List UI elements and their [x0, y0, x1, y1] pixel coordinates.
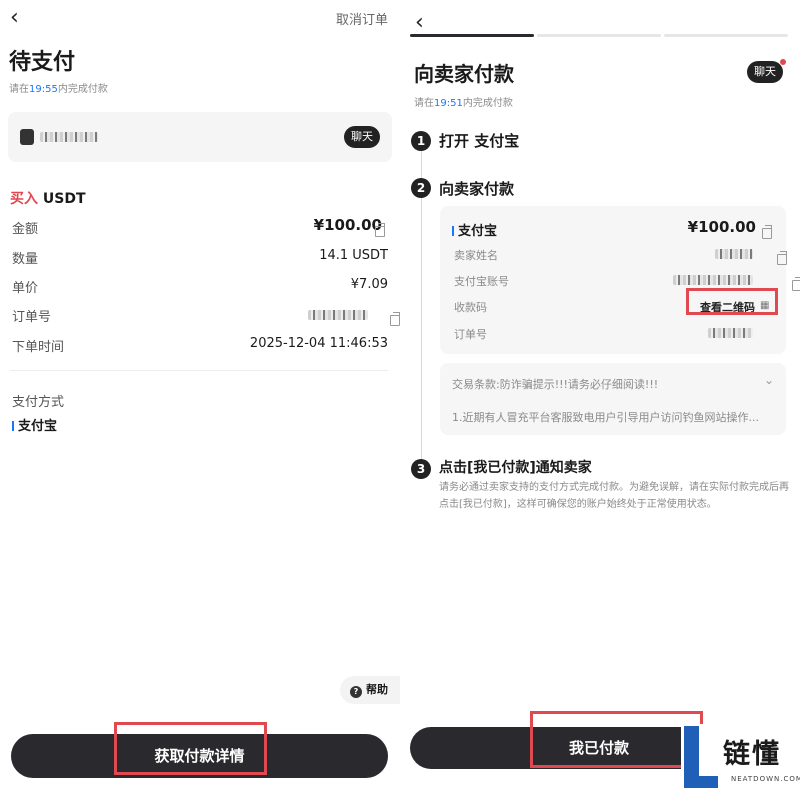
right-pay-seller-screen: ‹ 向卖家付款 聊天 请在19:51内完成付款 1 打开 支付宝 2 向卖家付款…	[405, 0, 800, 795]
price-value: ¥7.09	[350, 277, 388, 292]
step-number: 3	[411, 459, 431, 479]
highlight-box	[114, 722, 267, 775]
trade-terms-card[interactable]: 交易条款:防诈骗提示!!!请务必仔细阅读!!! ⌄ 1.近期有人冒充平台客服致电…	[440, 363, 786, 435]
copy-icon[interactable]	[390, 312, 400, 326]
page-title: 待支付	[9, 50, 76, 75]
progress-tab-1	[410, 34, 534, 37]
step-number: 1	[411, 131, 431, 151]
step-number: 2	[411, 178, 431, 198]
progress-tab-3	[664, 34, 788, 37]
amount-value: ¥100.00	[313, 216, 382, 234]
step3-description: 请务必通过卖家支持的支付方式完成付款。为避免误解，请在实际付款完成后再点击[我已…	[439, 482, 789, 510]
order-number-redacted	[308, 310, 368, 320]
quantity-label: 数量	[12, 252, 39, 267]
step-title: 打开 支付宝	[439, 132, 520, 150]
step-title: 向卖家付款	[439, 180, 515, 198]
back-arrow-icon[interactable]: ‹	[415, 12, 424, 34]
order-number-redacted	[708, 328, 753, 338]
watermark-text: 链懂	[723, 739, 781, 770]
alipay-marker-icon	[12, 421, 14, 431]
cancel-order-link[interactable]: 取消订单	[336, 9, 388, 28]
watermark-subtext: NEATDOWN.COM	[731, 775, 800, 783]
chat-button[interactable]: 聊天	[747, 61, 783, 83]
order-time-label: 下单时间	[12, 340, 65, 355]
trade-heading: 买入 USDT	[10, 191, 86, 207]
copy-icon[interactable]	[792, 277, 800, 291]
payment-method: 支付宝	[452, 220, 497, 239]
qr-code-label: 收款码	[454, 301, 487, 314]
seller-card: 聊天	[8, 112, 392, 162]
terms-title: 交易条款:防诈骗提示!!!请务必仔细阅读!!!	[452, 378, 659, 391]
copy-icon[interactable]	[762, 225, 772, 239]
copy-icon[interactable]	[375, 223, 385, 237]
chat-button[interactable]: 聊天	[344, 126, 380, 148]
back-arrow-icon[interactable]: ‹	[10, 7, 19, 29]
payment-method-value: 支付宝	[12, 415, 57, 434]
countdown-text: 请在19:51内完成付款	[414, 98, 513, 109]
watermark-logo-base	[684, 776, 718, 788]
watermark: L 链懂 NEATDOWN.COM	[681, 724, 800, 795]
highlight-box	[530, 711, 703, 768]
watermark-logo-bar	[684, 726, 699, 776]
divider	[10, 370, 388, 371]
terms-body: 1.近期有人冒充平台客服致电用户引导用户访问钓鱼网站操作...	[452, 411, 759, 424]
chevron-down-icon[interactable]: ⌄	[764, 373, 774, 387]
alipay-account-label: 支付宝账号	[454, 275, 509, 288]
progress-tab-2	[537, 34, 661, 37]
payment-method-label: 支付方式	[12, 395, 65, 410]
highlight-box	[686, 288, 778, 315]
copy-icon[interactable]	[777, 251, 788, 265]
price-label: 单价	[12, 281, 39, 296]
seller-avatar	[20, 129, 34, 145]
order-time-value: 2025-12-04 11:46:53	[249, 336, 388, 351]
order-number-label: 订单号	[12, 310, 52, 325]
left-order-screen: ‹ 取消订单 待支付 请在19:55内完成付款 聊天 买入 USDT 金额 ¥1…	[0, 0, 400, 795]
quantity-value: 14.1 USDT	[319, 248, 388, 263]
countdown-text: 请在19:55内完成付款	[9, 84, 108, 95]
notification-dot	[780, 59, 786, 65]
help-button[interactable]: ? 帮助	[340, 676, 400, 704]
order-number-label: 订单号	[454, 328, 487, 341]
payment-details-card: 支付宝 ¥100.00 卖家姓名 支付宝账号 收款码 查看二维码 ▦ 订单号	[440, 206, 800, 354]
seller-name-redacted	[40, 132, 98, 142]
seller-name-redacted	[715, 249, 753, 259]
amount-value: ¥100.00	[687, 218, 756, 236]
seller-name-label: 卖家姓名	[454, 249, 498, 262]
help-icon: ?	[350, 686, 362, 698]
page-title: 向卖家付款	[414, 62, 514, 86]
alipay-account-redacted	[673, 275, 753, 285]
step-title: 点击[我已付款]通知卖家	[439, 460, 592, 476]
alipay-marker-icon	[452, 226, 454, 236]
amount-label: 金额	[12, 222, 39, 237]
watermark-logo-letter: L	[681, 724, 682, 725]
